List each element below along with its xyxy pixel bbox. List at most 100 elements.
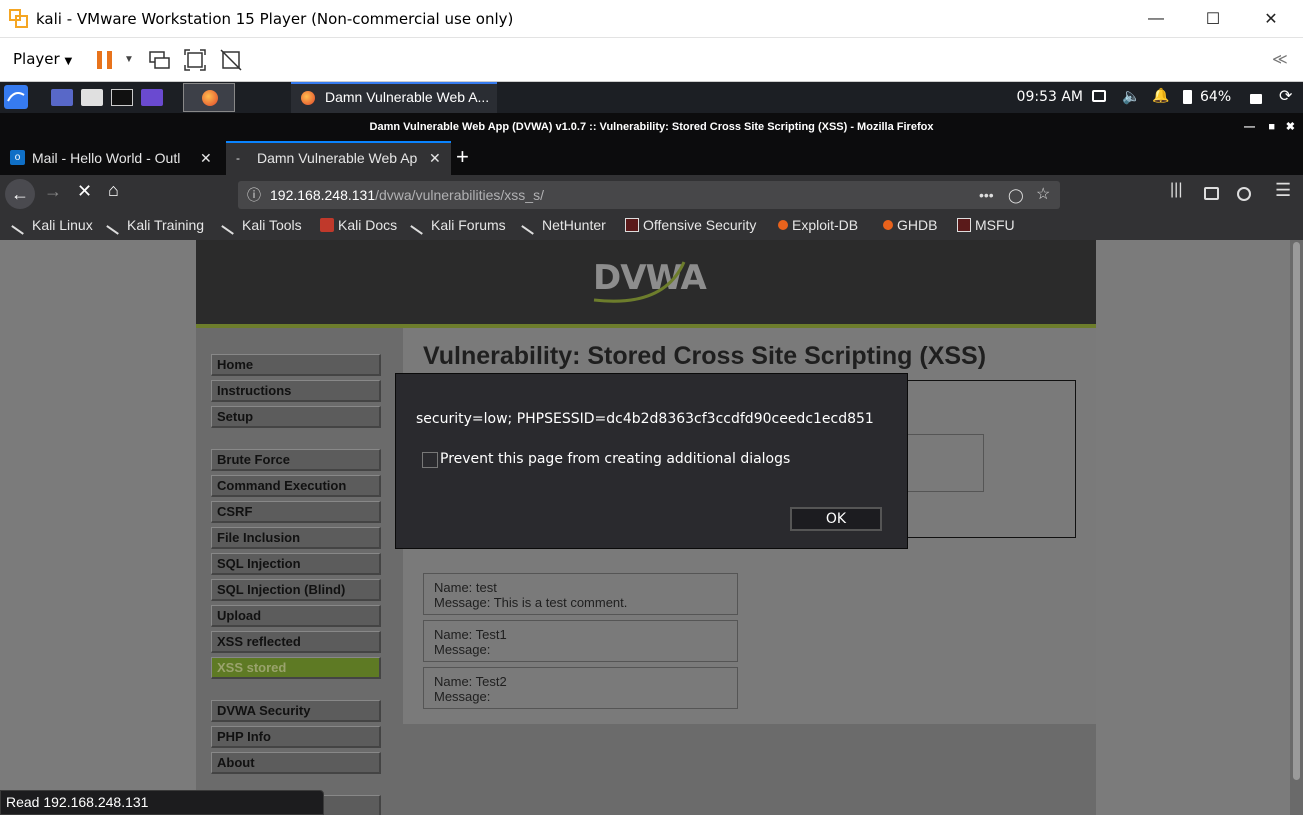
bookmark-item[interactable]: Offensive Security: [625, 217, 756, 233]
page-title: Vulnerability: Stored Cross Site Scripti…: [423, 342, 987, 370]
ff-maximize-button[interactable]: ■: [1268, 113, 1275, 141]
player-menu-button[interactable]: Player ▼: [13, 50, 72, 68]
firefox-icon: [301, 91, 315, 105]
ff-close-button[interactable]: ✖: [1286, 113, 1295, 141]
close-button[interactable]: ✕: [1248, 0, 1294, 38]
firefox-tab-bar: o Mail - Hello World - Outl ✕ - Damn Vul…: [0, 141, 1303, 175]
panel-clock[interactable]: 09:53 AM: [1017, 89, 1083, 105]
menu-command-execution[interactable]: Command Execution: [211, 475, 381, 497]
menu-instructions[interactable]: Instructions: [211, 380, 381, 402]
display-icon[interactable]: [1092, 90, 1106, 102]
info-icon[interactable]: ⓘ: [247, 181, 261, 209]
menu-sql-injection[interactable]: SQL Injection: [211, 553, 381, 575]
new-tab-button[interactable]: +: [456, 144, 469, 170]
offsec-icon: [957, 218, 971, 232]
comment-entry: Name: test Message: This is a test comme…: [423, 573, 738, 615]
taskbar-firefox-window[interactable]: Damn Vulnerable Web A...: [291, 82, 497, 113]
prevent-dialogs-checkbox[interactable]: [422, 452, 438, 468]
bookmark-item[interactable]: Kali Docs: [320, 217, 397, 233]
pause-dropdown-icon[interactable]: ▼: [124, 54, 134, 65]
workspace-icon[interactable]: [51, 89, 73, 106]
menu-xss-stored[interactable]: XSS stored: [211, 657, 381, 679]
tab-close-icon[interactable]: ✕: [429, 141, 441, 175]
bookmark-item[interactable]: Kali Training: [106, 215, 204, 235]
bookmark-item[interactable]: Kali Linux: [11, 215, 93, 235]
volume-icon[interactable]: 🔈: [1122, 87, 1141, 105]
tab-close-icon[interactable]: ✕: [200, 141, 212, 175]
bookmark-item[interactable]: GHDB: [883, 217, 937, 233]
menu-brute-force[interactable]: Brute Force: [211, 449, 381, 471]
comment-message: Message:: [434, 642, 491, 657]
lock-icon[interactable]: [1250, 94, 1262, 104]
page-scrollbar[interactable]: [1290, 240, 1303, 815]
pocket-icon[interactable]: ◯: [1008, 181, 1024, 209]
home-icon[interactable]: ⌂: [108, 180, 119, 201]
menu-file-inclusion[interactable]: File Inclusion: [211, 527, 381, 549]
chevron-down-icon: ▼: [64, 56, 73, 67]
comment-entry: Name: Test1 Message:: [423, 620, 738, 662]
power-icon[interactable]: ⟳: [1279, 86, 1292, 106]
bookmark-item[interactable]: MSFU: [957, 217, 1015, 233]
kali-menu-icon[interactable]: [4, 85, 28, 109]
library-icon[interactable]: |||: [1170, 181, 1182, 199]
ok-button[interactable]: OK: [790, 507, 882, 531]
vmware-title-bar: kali - VMware Workstation 15 Player (Non…: [0, 0, 1303, 38]
menu-sql-injection-blind[interactable]: SQL Injection (Blind): [211, 579, 381, 601]
send-ctrl-alt-del-icon[interactable]: [147, 48, 171, 72]
pause-icon[interactable]: [93, 48, 117, 72]
unity-icon[interactable]: [219, 48, 243, 72]
fit-guest-icon[interactable]: [183, 48, 207, 72]
menu-dvwa-security[interactable]: DVWA Security: [211, 700, 381, 722]
bookmark-item[interactable]: Exploit-DB: [778, 217, 858, 233]
kali-top-panel: Damn Vulnerable Web A... 09:53 AM 🔈 🔔 64…: [0, 82, 1303, 113]
bookmark-item[interactable]: Kali Forums: [410, 215, 506, 235]
message-textarea[interactable]: [896, 434, 984, 492]
menu-home[interactable]: Home: [211, 354, 381, 376]
offsec-icon: [625, 218, 639, 232]
prevent-dialogs-label[interactable]: Prevent this page from creating addition…: [440, 451, 790, 467]
firefox-launcher[interactable]: [183, 83, 235, 112]
menu-upload[interactable]: Upload: [211, 605, 381, 627]
comment-name: Name: Test1: [434, 627, 507, 642]
screen-recorder-icon[interactable]: [141, 89, 163, 106]
screen: kali - VMware Workstation 15 Player (Non…: [0, 0, 1303, 815]
battery-icon[interactable]: [1183, 90, 1192, 104]
tab-loading-icon: -: [236, 151, 240, 165]
ff-minimize-button[interactable]: —: [1244, 113, 1255, 141]
forward-button[interactable]: →: [44, 181, 62, 202]
file-manager-icon[interactable]: [81, 89, 103, 106]
stop-loading-button[interactable]: ✕: [77, 181, 92, 202]
menu-php-info[interactable]: PHP Info: [211, 726, 381, 748]
battery-percent: 64%: [1200, 89, 1232, 105]
alert-dialog: security=low; PHPSESSID=dc4b2d8363cf3ccd…: [395, 373, 908, 549]
scrollbar-thumb[interactable]: [1293, 242, 1300, 780]
bookmark-item[interactable]: Kali Tools: [221, 215, 302, 235]
account-icon[interactable]: [1237, 187, 1251, 201]
tab-dvwa[interactable]: - Damn Vulnerable Web Ap ✕: [226, 141, 451, 175]
bookmark-star-icon[interactable]: ☆: [1036, 181, 1050, 209]
terminal-icon[interactable]: [111, 89, 133, 106]
kali-dragon-icon: [521, 215, 541, 235]
back-button[interactable]: ←: [5, 179, 35, 209]
sidebar-icon[interactable]: [1204, 187, 1219, 200]
minimize-button[interactable]: —: [1133, 0, 1179, 38]
menu-csrf[interactable]: CSRF: [211, 501, 381, 523]
notification-bell-icon[interactable]: 🔔: [1152, 87, 1169, 104]
dvwa-header: DVWA: [196, 240, 1096, 328]
tab-mail[interactable]: o Mail - Hello World - Outl ✕: [0, 141, 222, 175]
maximize-button[interactable]: ☐: [1190, 0, 1236, 38]
page-actions-icon[interactable]: •••: [979, 181, 994, 209]
hamburger-menu-icon[interactable]: ☰: [1275, 180, 1291, 201]
bookmark-item[interactable]: NetHunter: [521, 215, 606, 235]
outlook-icon: o: [10, 150, 25, 165]
url-bar[interactable]: ⓘ 192.168.248.131/dvwa/vulnerabilities/x…: [238, 181, 1060, 209]
menu-about[interactable]: About: [211, 752, 381, 774]
collapse-toolbar-icon[interactable]: ≪: [1272, 50, 1288, 68]
kali-dragon-icon: [106, 215, 126, 235]
firefox-window-title: Damn Vulnerable Web App (DVWA) v1.0.7 ::…: [0, 113, 1303, 141]
docs-icon: [320, 218, 334, 232]
comment-message: Message: This is a test comment.: [434, 595, 628, 610]
menu-setup[interactable]: Setup: [211, 406, 381, 428]
menu-xss-reflected[interactable]: XSS reflected: [211, 631, 381, 653]
comment-name: Name: test: [434, 580, 497, 595]
